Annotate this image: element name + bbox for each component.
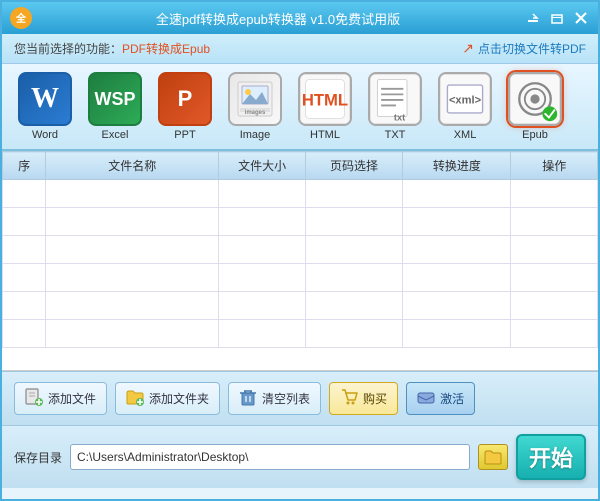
- table-row: [3, 208, 598, 236]
- svg-text:HTML: HTML: [302, 90, 348, 109]
- svg-text:全: 全: [15, 12, 27, 25]
- image-icon-label: Image: [240, 129, 271, 141]
- clear-list-icon: [239, 388, 257, 409]
- table-row: [3, 180, 598, 208]
- word-icon-label: Word: [32, 129, 58, 141]
- switch-link[interactable]: ↗ 点击切换文件转PDF: [462, 40, 586, 57]
- current-function-link[interactable]: PDF转换成Epub: [122, 42, 210, 56]
- svg-text:images: images: [245, 110, 266, 116]
- save-path-input[interactable]: [70, 444, 470, 470]
- buy-label: 购买: [363, 390, 387, 407]
- icon-ppt[interactable]: P PPT: [154, 72, 216, 141]
- save-label: 保存目录: [14, 449, 62, 466]
- clear-list-label: 清空列表: [262, 390, 310, 407]
- col-header-progress: 转换进度: [403, 152, 511, 180]
- icon-epub[interactable]: Epub: [504, 72, 566, 141]
- add-file-label: 添加文件: [48, 390, 96, 407]
- clear-list-button[interactable]: 清空列表: [228, 382, 321, 415]
- icon-txt[interactable]: txt TXT: [364, 72, 426, 141]
- bottom-buttons-bar: 添加文件 添加文件夹 清空列表: [2, 371, 598, 426]
- title-bar: 全 全速pdf转换成epub转换器 v1.0免费试用版: [2, 2, 598, 34]
- app-title: 全速pdf转换成epub转换器 v1.0免费试用版: [32, 9, 524, 28]
- main-area: 序 文件名称 文件大小 页码选择 转换进度 操作: [2, 151, 598, 371]
- col-header-pages: 页码选择: [305, 152, 402, 180]
- icon-toolbar: W Word WSP Excel P PPT images Image: [2, 64, 598, 151]
- add-file-button[interactable]: 添加文件: [14, 382, 107, 415]
- close-button[interactable]: [572, 9, 590, 27]
- start-label: 开始: [529, 441, 573, 473]
- word-icon-img: W: [18, 72, 72, 126]
- switch-link-text: 点击切换文件转PDF: [478, 40, 586, 57]
- col-header-size: 文件大小: [219, 152, 306, 180]
- icon-image[interactable]: images Image: [224, 72, 286, 141]
- col-header-name: 文件名称: [46, 152, 219, 180]
- excel-icon-img: WSP: [88, 72, 142, 126]
- file-table: 序 文件名称 文件大小 页码选择 转换进度 操作: [2, 151, 598, 348]
- buy-button[interactable]: 购买: [329, 382, 398, 415]
- file-table-container: 序 文件名称 文件大小 页码选择 转换进度 操作: [2, 151, 598, 371]
- add-folder-icon: [126, 388, 144, 409]
- icon-xml[interactable]: <xml> XML: [434, 72, 496, 141]
- svg-text:txt: txt: [394, 112, 405, 122]
- buy-icon: [340, 388, 358, 409]
- table-row: [3, 292, 598, 320]
- add-folder-label: 添加文件夹: [149, 390, 209, 407]
- epub-icon-img: [508, 72, 562, 126]
- activate-label: 激活: [440, 390, 464, 407]
- epub-icon-label: Epub: [522, 129, 548, 141]
- icon-html[interactable]: HTML HTML: [294, 72, 356, 141]
- start-button[interactable]: 开始: [516, 434, 586, 480]
- toolbar-label: 您当前选择的功能：PDF转换成Epub: [14, 40, 210, 57]
- activate-button[interactable]: 激活: [406, 382, 475, 415]
- toolbar-row: 您当前选择的功能：PDF转换成Epub ↗ 点击切换文件转PDF: [2, 34, 598, 64]
- xml-icon-img: <xml>: [438, 72, 492, 126]
- save-row: 保存目录 开始: [2, 426, 598, 488]
- xml-icon-label: XML: [454, 129, 477, 141]
- table-row: [3, 236, 598, 264]
- image-icon-img: images: [228, 72, 282, 126]
- svg-text:<xml>: <xml>: [449, 95, 482, 107]
- minimize-button[interactable]: [524, 9, 542, 27]
- col-header-action: 操作: [511, 152, 598, 180]
- table-row: [3, 320, 598, 348]
- html-icon-img: HTML: [298, 72, 352, 126]
- switch-arrow-icon: ↗: [462, 40, 474, 57]
- browse-folder-button[interactable]: [478, 444, 508, 470]
- maximize-button[interactable]: [548, 9, 566, 27]
- txt-icon-img: txt: [368, 72, 422, 126]
- table-header-row: 序 文件名称 文件大小 页码选择 转换进度 操作: [3, 152, 598, 180]
- add-file-icon: [25, 388, 43, 409]
- activate-icon: [417, 388, 435, 409]
- html-icon-label: HTML: [310, 129, 340, 141]
- toolbar-label-text: 您当前选择的功能：: [14, 42, 122, 56]
- col-header-seq: 序: [3, 152, 46, 180]
- window-controls: [524, 9, 590, 27]
- app-logo: 全: [10, 7, 32, 29]
- txt-icon-label: TXT: [385, 129, 406, 141]
- excel-icon-label: Excel: [102, 129, 129, 141]
- add-folder-button[interactable]: 添加文件夹: [115, 382, 220, 415]
- table-row: [3, 264, 598, 292]
- ppt-icon-img: P: [158, 72, 212, 126]
- icon-excel[interactable]: WSP Excel: [84, 72, 146, 141]
- icon-word[interactable]: W Word: [14, 72, 76, 141]
- ppt-icon-label: PPT: [174, 129, 195, 141]
